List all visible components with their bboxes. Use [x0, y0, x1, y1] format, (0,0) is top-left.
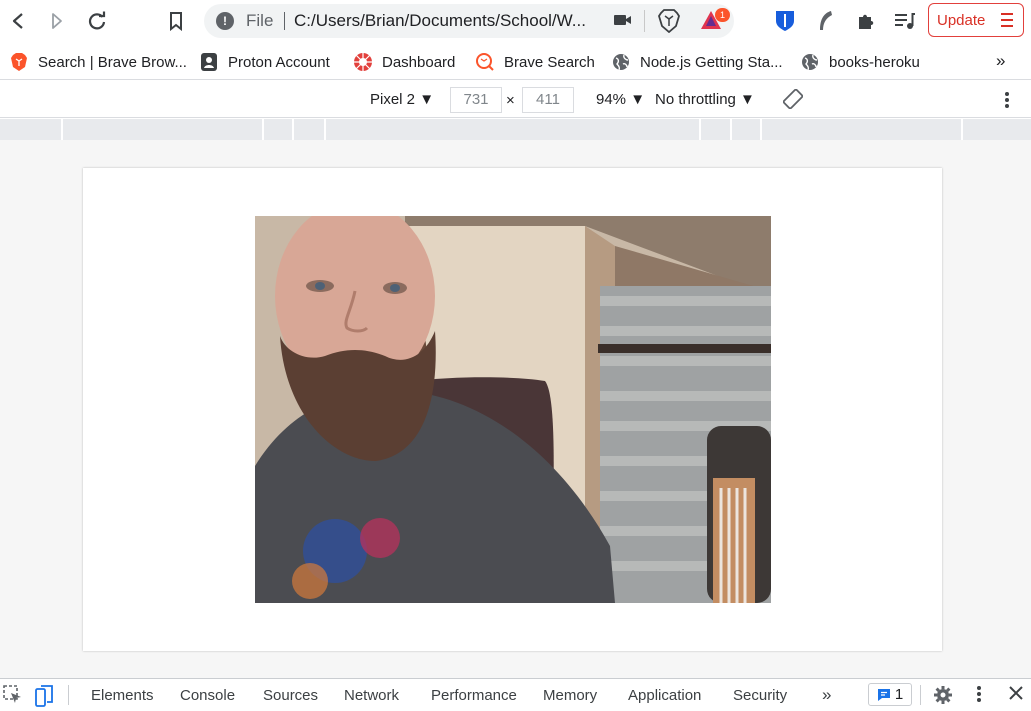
rewards-badge: 1	[715, 8, 730, 22]
tab-sources[interactable]: Sources	[263, 687, 318, 704]
bookmark-icon[interactable]	[161, 6, 191, 36]
bookmark-label: Proton Account	[228, 53, 330, 71]
feather-extension-icon[interactable]	[813, 8, 839, 34]
browser-toolbar: ! File C:/Users/Brian/Documents/School/W…	[0, 0, 1031, 42]
omnibox-divider	[644, 10, 645, 32]
more-tabs-button[interactable]: »	[822, 685, 831, 705]
bookmark-item[interactable]: Brave Search	[475, 51, 595, 73]
forward-icon[interactable]	[42, 6, 72, 36]
update-button[interactable]: Update	[928, 3, 1024, 37]
viewport-height-input[interactable]: 411	[522, 87, 574, 113]
bookmark-item[interactable]: Proton Account	[199, 51, 330, 73]
devtools-menu-icon[interactable]	[976, 685, 982, 707]
info-icon[interactable]: !	[216, 12, 234, 30]
tab-network[interactable]: Network	[344, 687, 399, 704]
device-toggle-icon[interactable]	[34, 685, 54, 711]
extensions-puzzle-icon[interactable]	[853, 8, 879, 34]
camera-icon[interactable]	[614, 13, 632, 32]
throttling-select[interactable]: No throttling ▼	[655, 91, 755, 108]
bitwarden-icon[interactable]	[772, 8, 798, 34]
tab-performance[interactable]: Performance	[431, 687, 517, 704]
message-icon	[877, 688, 890, 701]
brave-search-icon	[475, 52, 495, 72]
bookmark-item[interactable]: Dashboard	[353, 51, 455, 73]
tab-memory[interactable]: Memory	[543, 687, 597, 704]
close-icon[interactable]	[1008, 685, 1024, 705]
tab-security[interactable]: Security	[733, 687, 787, 704]
zoom-select[interactable]: 94% ▼	[596, 91, 645, 108]
update-label: Update	[937, 11, 986, 29]
issues-count: 1	[894, 686, 904, 703]
globe-icon	[611, 52, 631, 72]
address-bar[interactable]: ! File C:/Users/Brian/Documents/School/W…	[204, 4, 734, 38]
url-text[interactable]: C:/Users/Brian/Documents/School/W...	[294, 11, 604, 31]
reload-icon[interactable]	[82, 6, 112, 36]
brave-lion-icon	[9, 52, 29, 72]
bookmarks-overflow-button[interactable]: »	[996, 51, 1005, 71]
bookmark-label: Search | Brave Brow...	[38, 53, 187, 71]
back-icon[interactable]	[3, 6, 33, 36]
rotate-icon[interactable]	[782, 88, 804, 113]
bookmark-item[interactable]: Node.js Getting Sta...	[611, 51, 783, 73]
issues-counter[interactable]: 1	[868, 683, 912, 706]
proton-icon	[199, 52, 219, 72]
bookmark-label: Dashboard	[382, 53, 456, 71]
bookmark-label: Brave Search	[504, 53, 595, 71]
devtools-tabbar: Elements Console Sources Network Perform…	[0, 678, 1031, 709]
dimension-separator: ×	[506, 92, 515, 109]
toolbar-separator	[920, 685, 921, 705]
webcam-photo	[255, 216, 771, 603]
brave-shields-icon[interactable]	[658, 9, 680, 38]
bookmarks-bar: Search | Brave Brow... Proton Account Da…	[0, 42, 1031, 80]
media-query-ruler[interactable]	[0, 119, 1031, 140]
viewport-width-input[interactable]: 731	[450, 87, 502, 113]
menu-icon	[1001, 13, 1013, 31]
scheme-separator	[284, 12, 285, 30]
settings-gear-icon[interactable]	[933, 685, 953, 709]
globe-icon	[800, 52, 820, 72]
tab-elements[interactable]: Elements	[91, 687, 154, 704]
toolbar-separator	[68, 685, 69, 705]
tab-console[interactable]: Console	[180, 687, 235, 704]
dashboard-icon	[353, 52, 373, 72]
device-toolbar: Pixel 2 ▼ 731 × 411 94% ▼ No throttling …	[0, 81, 1031, 118]
media-controls-icon[interactable]	[892, 8, 918, 34]
bookmark-item[interactable]: books-heroku	[800, 51, 920, 73]
bookmark-label: books-heroku	[829, 53, 920, 71]
inspect-element-icon[interactable]	[3, 685, 23, 709]
tab-application[interactable]: Application	[628, 687, 701, 704]
device-select[interactable]: Pixel 2 ▼	[370, 91, 434, 108]
more-options-icon[interactable]	[1004, 91, 1010, 113]
bookmark-item[interactable]: Search | Brave Brow...	[9, 51, 187, 73]
scheme-label: File	[246, 11, 274, 30]
bookmark-label: Node.js Getting Sta...	[640, 53, 783, 71]
